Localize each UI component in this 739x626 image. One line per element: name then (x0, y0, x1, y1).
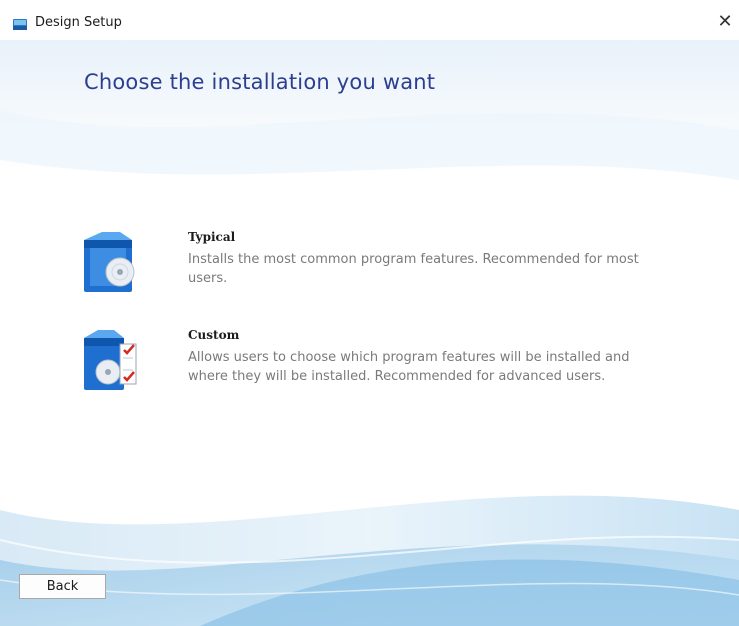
page-title: Choose the installation you want (84, 70, 436, 94)
setup-app-icon (13, 19, 27, 30)
window-title: Design Setup (35, 15, 122, 30)
option-custom[interactable]: Custom Allows users to choose which prog… (80, 328, 680, 398)
option-description: Allows users to choose which program fea… (188, 350, 630, 384)
option-title: Custom (188, 328, 240, 342)
title-bar: Design Setup ✕ (0, 0, 739, 40)
box-cd-icon (84, 232, 135, 292)
option-typical[interactable]: Typical Installs the most common program… (80, 230, 680, 300)
close-icon: ✕ (717, 10, 733, 32)
box-cd-checklist-icon (84, 330, 137, 390)
option-description: Installs the most common program feature… (188, 252, 639, 286)
back-button[interactable]: Back (19, 574, 106, 599)
option-title: Typical (188, 230, 236, 244)
setup-panel: Choose the installation you want Typical… (0, 40, 739, 626)
close-button[interactable]: ✕ (712, 8, 738, 34)
